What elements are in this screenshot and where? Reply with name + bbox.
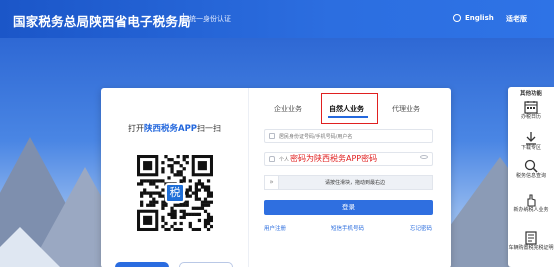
download-icon xyxy=(524,130,538,145)
qr-code: 税 xyxy=(137,155,214,232)
language-switch-link[interactable]: English xyxy=(465,14,494,22)
scan-instruction: 打开陕西税务APP扫一扫 xyxy=(128,124,222,134)
slider-handle[interactable]: » xyxy=(265,176,279,189)
account-input[interactable] xyxy=(279,132,429,141)
sidebar-item-download[interactable]: 下载专区 xyxy=(508,130,554,151)
login-button[interactable]: 登录 xyxy=(264,200,433,215)
qr-login-panel: 打开陕西税务APP扫一扫 税 xyxy=(101,88,249,267)
document-icon xyxy=(524,230,538,245)
tax-app-logo: 税 xyxy=(165,183,185,203)
sidebar-item-vehicle-tax[interactable]: 车辆购置税完税证明 xyxy=(508,230,554,251)
phone-icon xyxy=(269,133,275,139)
quick-functions-sidebar: 其他功能 办税日历 下载专区 税务信息查询 新办纳税人业务 车辆购置税完税证明 xyxy=(508,87,554,267)
site-title: 国家税务总局陕西省电子税务局 xyxy=(13,14,191,29)
password-annotation: 密码为陕西税务APP密码 xyxy=(290,154,378,163)
tab-agent[interactable]: 代理业务 xyxy=(392,104,420,114)
hand-icon xyxy=(524,192,538,207)
tab-enterprise[interactable]: 企业业务 xyxy=(274,104,302,114)
site-subtitle: 统一身份认证 xyxy=(189,15,231,23)
app-download-button[interactable] xyxy=(115,262,169,267)
account-field[interactable] xyxy=(264,129,433,143)
title-divider xyxy=(183,13,184,24)
register-link[interactable]: 用户注册 xyxy=(264,224,286,232)
sidebar-item-query[interactable]: 税务信息查询 xyxy=(508,158,554,179)
phone-login-link[interactable]: 短信手机号码 xyxy=(331,224,364,232)
sidebar-title: 其他功能 xyxy=(519,91,542,97)
eye-icon[interactable] xyxy=(420,155,428,159)
top-header: 国家税务总局陕西省电子税务局 统一身份认证 English 适老版 xyxy=(0,0,554,38)
search-icon xyxy=(524,158,538,173)
slider-hint: 请按住滑块，拖动到最右边 xyxy=(325,180,386,186)
sidebar-item-calendar[interactable]: 办税日历 xyxy=(508,99,554,120)
calendar-icon xyxy=(524,99,538,114)
lock-icon xyxy=(269,156,275,162)
app-name: 陕西税务APP xyxy=(144,124,198,134)
accessibility-mode-link[interactable]: 适老版 xyxy=(506,14,527,24)
sidebar-item-new-taxpayer[interactable]: 新办纳税人业务 xyxy=(508,192,554,213)
forgot-password-link[interactable]: 忘记密码 xyxy=(410,224,432,232)
secondary-button[interactable] xyxy=(179,262,233,267)
highlight-box xyxy=(321,93,378,124)
slider-captcha[interactable]: » 请按住滑块，拖动到最右边 xyxy=(264,175,433,190)
globe-icon xyxy=(453,14,461,22)
